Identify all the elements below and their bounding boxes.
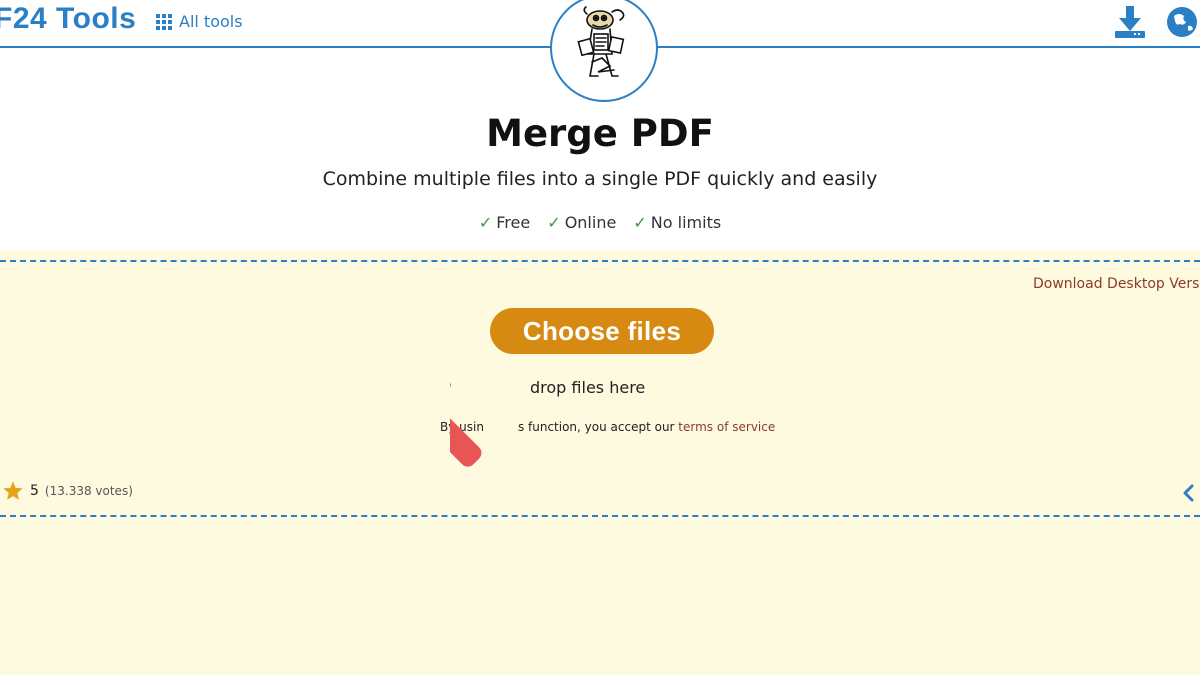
feature-online: ✓ Online [547,213,616,232]
all-tools-link[interactable]: All tools [156,12,243,31]
all-tools-label: All tools [179,12,243,31]
star-icon[interactable] [2,480,24,502]
drop-zone-border-top [0,260,1200,262]
feature-label: Free [496,213,531,232]
check-icon: ✓ [547,213,561,232]
chevron-left-icon[interactable] [1182,484,1196,502]
rating-votes: (13.338 votes) [44,484,133,498]
check-icon: ✓ [478,213,493,232]
red-pointer-arrow-icon [450,355,482,467]
feature-label: Online [564,213,617,232]
feature-no-limits: ✓ No limits [633,213,721,232]
rating-score: 5 [30,483,39,499]
page-title: Merge PDF [486,112,714,155]
download-icon[interactable] [1112,4,1148,40]
download-desktop-link[interactable]: Download Desktop Versi [1033,276,1200,292]
drop-zone-border-bottom [0,515,1200,517]
feature-free: ✓ Free [479,213,530,232]
language-icon[interactable] [1164,6,1200,38]
page-subtitle: Combine multiple files into a single PDF… [322,168,878,190]
brand-logo-text[interactable]: F24 Tools [0,2,136,36]
feature-label: No limits [650,213,722,232]
terms-of-service-link[interactable]: terms of service [678,420,775,434]
mascot-logo [550,0,658,102]
rating[interactable]: 5 (13.338 votes) [2,480,133,502]
feature-list: ✓ Free ✓ Online ✓ No limits [0,213,1200,232]
check-icon: ✓ [633,213,647,232]
grid-icon [156,13,172,30]
